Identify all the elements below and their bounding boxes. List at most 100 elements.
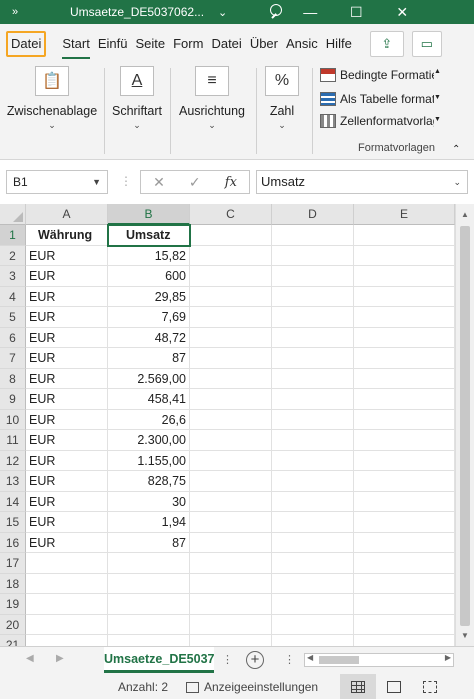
cell-c12[interactable] [190,450,272,471]
cell-c1[interactable] [190,225,272,246]
minimize-button[interactable]: — [287,4,333,20]
row-header[interactable]: 3 [0,266,26,287]
row-header[interactable]: 13 [0,471,26,492]
tab-start[interactable]: Start [58,31,93,59]
cell-b19[interactable] [108,594,190,615]
cell-a7[interactable]: EUR [26,348,108,369]
expand-formula-icon[interactable]: ⌄ [453,171,461,193]
cell-e15[interactable] [354,512,455,533]
tab-formeln[interactable]: Form [169,31,207,57]
cell-c5[interactable] [190,307,272,328]
cell-b15[interactable]: 1,94 [108,512,190,533]
cell-a19[interactable] [26,594,108,615]
cell-d16[interactable] [272,532,354,553]
tab-seite[interactable]: Seite [131,31,169,57]
cell-e21[interactable] [354,635,455,646]
cell-e5[interactable] [354,307,455,328]
alignment-group[interactable]: ≡ Ausrichtung ⌄ [176,64,248,160]
row-header[interactable]: 20 [0,614,26,635]
row-header[interactable]: 12 [0,450,26,471]
row-header[interactable]: 6 [0,327,26,348]
name-box[interactable]: B1 ▼ [6,170,108,194]
conditional-formatting-button[interactable]: Bedingte Formatierung [320,68,434,82]
cell-b14[interactable]: 30 [108,491,190,512]
cell-b18[interactable] [108,573,190,594]
cell-d6[interactable] [272,327,354,348]
cell-c16[interactable] [190,532,272,553]
cell-c14[interactable] [190,491,272,512]
cell-d15[interactable] [272,512,354,533]
column-header-d[interactable]: D [272,204,354,225]
page-break-view-button[interactable] [412,674,448,699]
cell-e17[interactable] [354,553,455,574]
column-header-a[interactable]: A [26,204,108,225]
tab-split-icon[interactable]: ⋮ [284,653,295,666]
cell-c21[interactable] [190,635,272,646]
column-header-e[interactable]: E [354,204,455,225]
cell-d17[interactable] [272,553,354,574]
ribbon-scroll-arrows[interactable]: ▲ ▼ ▼ [432,64,444,160]
cell-c11[interactable] [190,430,272,451]
cell-a8[interactable]: EUR [26,368,108,389]
column-header-c[interactable]: C [190,204,272,225]
cell-b10[interactable]: 26,6 [108,409,190,430]
cell-a14[interactable]: EUR [26,491,108,512]
insert-function-icon[interactable]: fx [225,175,237,190]
close-button[interactable]: ✕ [379,4,425,21]
select-all-button[interactable] [0,204,26,225]
row-header[interactable]: 9 [0,389,26,410]
page-layout-view-button[interactable] [376,674,412,699]
cell-b9[interactable]: 458,41 [108,389,190,410]
cell-c7[interactable] [190,348,272,369]
tab-daten[interactable]: Datei [207,31,245,57]
cell-e2[interactable] [354,245,455,266]
sheet-tab[interactable]: Umsaetze_DE5037062 [104,647,214,673]
format-as-table-button[interactable]: Als Tabelle formatieren [320,92,434,106]
cell-c8[interactable] [190,368,272,389]
cell-c4[interactable] [190,286,272,307]
cell-d20[interactable] [272,614,354,635]
tab-einfuegen[interactable]: Einfü [94,31,132,57]
cell-d11[interactable] [272,430,354,451]
cancel-icon[interactable]: ✕ [153,174,165,191]
search-icon[interactable] [267,2,287,22]
cell-b11[interactable]: 2.300,00 [108,430,190,451]
more-sheets-icon[interactable]: ⋮ [222,653,233,666]
cell-a11[interactable]: EUR [26,430,108,451]
maximize-button[interactable]: ☐ [333,4,379,21]
cell-a9[interactable]: EUR [26,389,108,410]
cell-a18[interactable] [26,573,108,594]
clipboard-group[interactable]: 📋 Zwischenablage ⌄ [6,64,98,160]
cell-d10[interactable] [272,409,354,430]
cell-a16[interactable]: EUR [26,532,108,553]
cell-b1[interactable]: Umsatz [107,224,191,247]
cell-c19[interactable] [190,594,272,615]
tab-hilfe[interactable]: Hilfe [322,31,356,57]
share-icon[interactable]: ⇪ [369,31,404,57]
cell-a4[interactable]: EUR [26,286,108,307]
cell-a13[interactable]: EUR [26,471,108,492]
cell-e11[interactable] [354,430,455,451]
column-header-b[interactable]: B [108,204,190,225]
cell-a10[interactable]: EUR [26,409,108,430]
cell-d8[interactable] [272,368,354,389]
cell-e3[interactable] [354,266,455,287]
cell-e8[interactable] [354,368,455,389]
cell-e9[interactable] [354,389,455,410]
cell-a5[interactable]: EUR [26,307,108,328]
cell-b4[interactable]: 29,85 [108,286,190,307]
prev-sheet-icon[interactable]: ◀ [26,653,34,664]
tab-ansicht[interactable]: Ansic [282,31,322,57]
cell-c10[interactable] [190,409,272,430]
cell-d4[interactable] [272,286,354,307]
cell-d9[interactable] [272,389,354,410]
cell-e20[interactable] [354,614,455,635]
row-header[interactable]: 10 [0,409,26,430]
row-header[interactable]: 4 [0,286,26,307]
display-settings-button[interactable]: Anzeigeeinstellungen [186,680,318,694]
row-header[interactable]: 7 [0,348,26,369]
cell-b2[interactable]: 15,82 [108,245,190,266]
more-icon[interactable]: ⋮ [120,174,132,188]
cell-c3[interactable] [190,266,272,287]
collapse-ribbon-icon[interactable]: ⌃ [452,144,460,155]
